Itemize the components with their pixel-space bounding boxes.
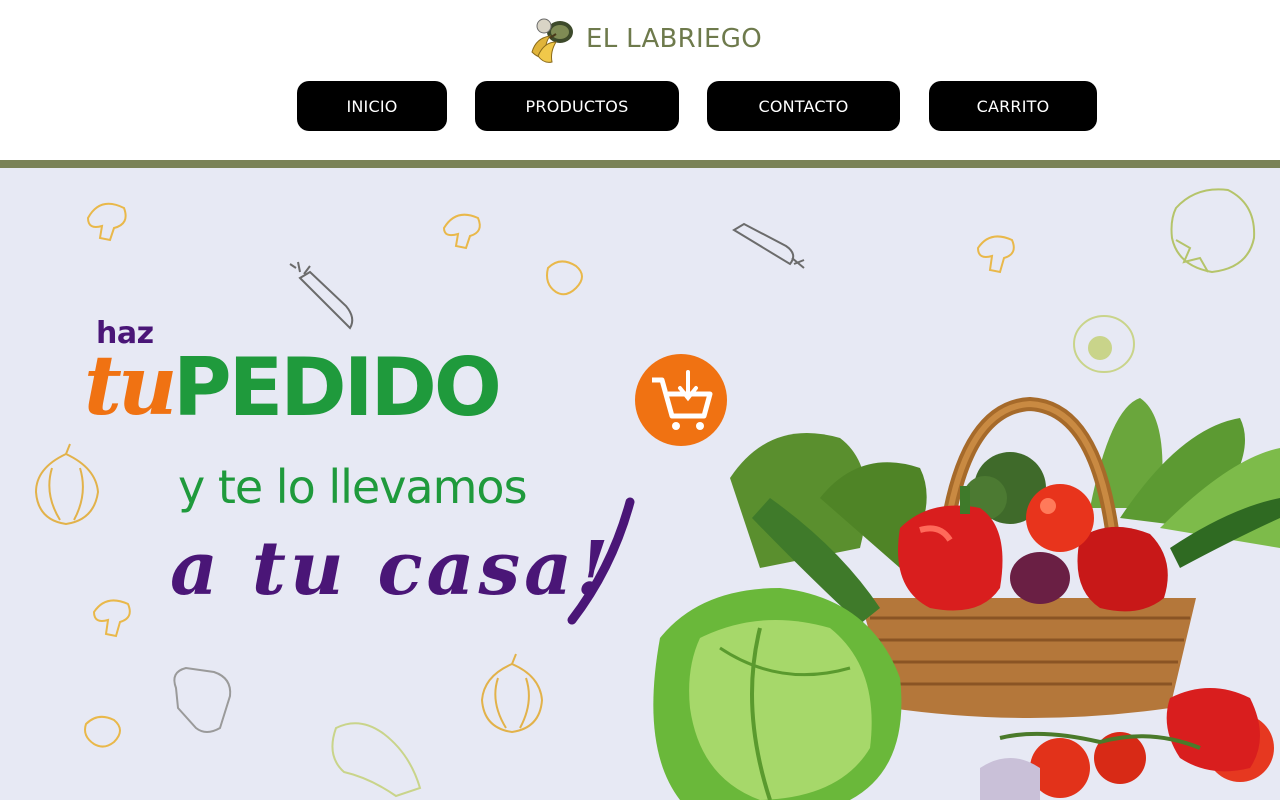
brand-name: EL LABRIEGO <box>586 24 762 54</box>
hero-tu: tu <box>84 338 177 434</box>
nav-contacto-button[interactable]: CONTACTO <box>707 81 900 131</box>
nav-carrito-button[interactable]: CARRITO <box>929 81 1097 131</box>
nav-inicio-button[interactable]: INICIO <box>297 81 447 131</box>
nav-productos-button[interactable]: PRODUCTOS <box>475 81 679 131</box>
hero-casa: a tu casa! <box>170 526 613 612</box>
vegetable-basket-illustration <box>653 396 1280 800</box>
doodle-avocado-icon <box>1073 315 1135 373</box>
doodle-tomato-icon <box>1170 188 1256 274</box>
brand[interactable]: EL LABRIEGO <box>526 12 762 66</box>
hero-banner[interactable]: haz tu PEDIDO y te lo llevamos a tu casa… <box>0 168 1280 800</box>
site-header: EL LABRIEGO INICIO PRODUCTOS CONTACTO CA… <box>0 0 1280 160</box>
doodle-pepper-icon <box>173 666 232 733</box>
fruit-basket-icon <box>531 18 573 63</box>
header-divider <box>0 160 1280 168</box>
doodle-squash-icon <box>331 722 422 798</box>
hero-llevamos: y te lo llevamos <box>178 460 528 514</box>
cart-download-icon <box>635 354 727 446</box>
hero-pedido: PEDIDO <box>173 341 502 434</box>
